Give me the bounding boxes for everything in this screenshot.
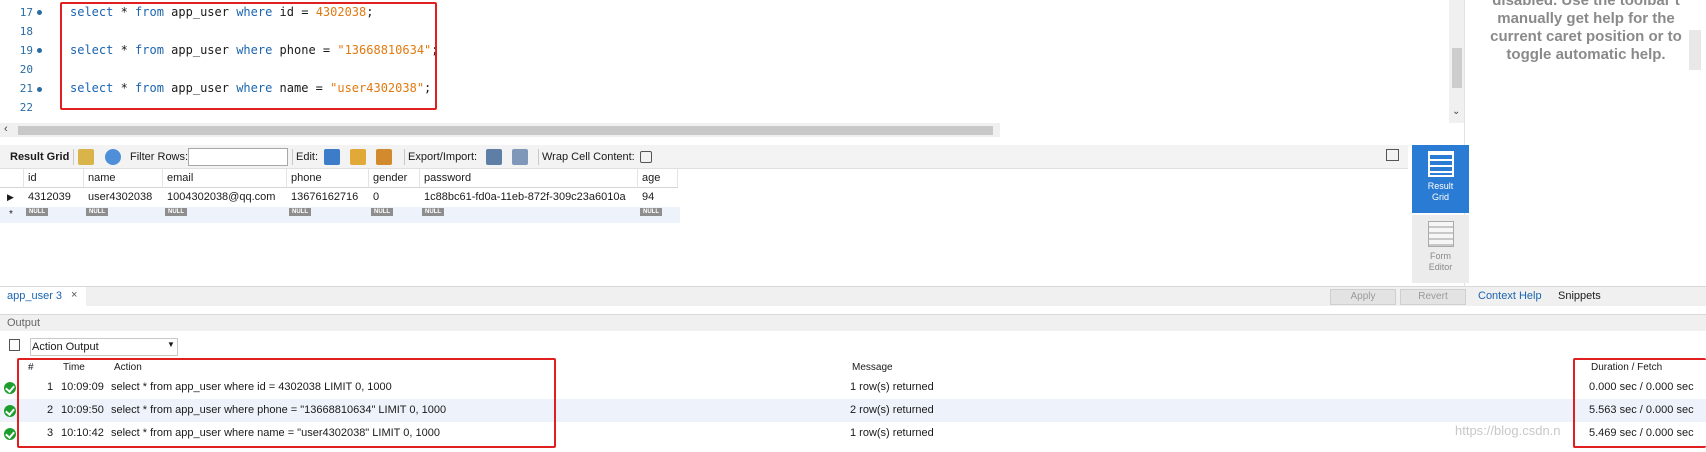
help-text-line: manually get help for the <box>1497 10 1675 27</box>
filter-rows-label: Filter Rows: <box>130 151 189 163</box>
column-header: Message <box>852 362 893 373</box>
cell[interactable]: user4302038 <box>84 188 152 206</box>
row-message: 1 row(s) returned <box>850 427 934 439</box>
result-grid-view-label-2: Grid <box>1431 192 1449 202</box>
divider <box>73 149 74 165</box>
editor-horizontal-scroll-thumb[interactable] <box>18 126 993 135</box>
export-icon[interactable] <box>486 149 502 165</box>
row-message: 1 row(s) returned <box>850 381 934 393</box>
divider <box>538 149 539 165</box>
highlight-box <box>1573 358 1706 448</box>
null-badge[interactable]: NULL <box>289 208 311 216</box>
null-badge[interactable]: NULL <box>371 208 393 216</box>
success-check-icon <box>4 428 16 440</box>
highlight-box <box>17 358 556 448</box>
line-number: 19 <box>19 44 33 57</box>
wrap-text-icon[interactable] <box>640 151 652 163</box>
result-grid-view-button[interactable]: Result Grid <box>1412 145 1469 213</box>
filter-rows-input[interactable] <box>188 148 288 166</box>
revert-button[interactable]: Revert <box>1400 289 1466 305</box>
column-header[interactable]: email <box>163 169 287 188</box>
scroll-left-icon[interactable]: ‹ <box>4 123 8 135</box>
null-badge[interactable]: NULL <box>422 208 444 216</box>
help-text-line: toggle automatic help. <box>1506 46 1666 63</box>
statement-marker-icon[interactable] <box>37 87 42 92</box>
grid-icon <box>1427 151 1454 177</box>
help-scrollbar[interactable] <box>1689 30 1701 70</box>
result-grid-label: Result Grid <box>10 151 70 163</box>
export-import-label: Export/Import: <box>408 151 478 163</box>
null-badge[interactable]: NULL <box>86 208 108 216</box>
help-text-line: current caret position or to <box>1490 28 1682 45</box>
output-toolbar <box>0 335 1706 357</box>
import-icon[interactable] <box>512 149 528 165</box>
column-header[interactable]: phone <box>287 169 369 188</box>
chevron-down-icon: ▼ <box>167 340 175 349</box>
close-icon[interactable]: × <box>71 289 77 301</box>
tab-snippets[interactable]: Snippets <box>1558 290 1601 302</box>
column-header[interactable]: name <box>84 169 163 188</box>
copy-icon[interactable] <box>9 339 20 351</box>
cell[interactable]: 13676162716 <box>287 188 358 206</box>
cell[interactable]: 4312039 <box>24 188 71 206</box>
tab-context-help[interactable]: Context Help <box>1478 290 1542 302</box>
line-number: 18 <box>19 25 33 38</box>
tab-app-user-3[interactable]: app_user 3 × <box>0 287 86 306</box>
apply-button[interactable]: Apply <box>1330 289 1396 305</box>
success-check-icon <box>4 405 16 417</box>
cell[interactable]: 94 <box>638 188 654 206</box>
help-text-line: disabled. Use the toolbar t <box>1492 0 1680 9</box>
column-header[interactable]: age <box>638 169 678 188</box>
result-toolbar: Result Grid Filter Rows: Edit: Export/Im… <box>0 145 1408 169</box>
edit-label: Edit: <box>296 151 319 163</box>
new-row-icon: * <box>9 209 13 220</box>
context-help-panel: disabled. Use the toolbar t manually get… <box>1464 0 1706 288</box>
divider <box>404 149 405 165</box>
form-editor-view-button[interactable]: Form Editor <box>1412 215 1469 283</box>
watermark: https://blog.csdn.n <box>1455 423 1561 438</box>
line-number: 17 <box>19 6 33 19</box>
form-editor-view-label-1: Form <box>1430 251 1451 261</box>
statement-marker-icon[interactable] <box>37 48 42 53</box>
null-badge[interactable]: NULL <box>165 208 187 216</box>
column-header[interactable]: id <box>24 169 84 188</box>
wrap-cell-content-label: Wrap Cell Content: <box>542 151 635 163</box>
toggle-panel-icon[interactable] <box>1386 149 1399 161</box>
output-title: Output <box>7 317 41 329</box>
null-badge[interactable]: NULL <box>26 208 48 216</box>
output-panel-header: Output <box>0 314 1706 331</box>
sql-editor[interactable]: 17 select * from app_user where id = 430… <box>0 0 1460 123</box>
delete-row-icon[interactable] <box>376 149 392 165</box>
line-number: 22 <box>19 101 33 114</box>
output-type-select[interactable]: Action Output ▼ <box>30 338 178 356</box>
line-number: 20 <box>19 63 33 76</box>
output-type-value: Action Output <box>32 341 99 353</box>
column-header[interactable]: gender <box>369 169 420 188</box>
highlight-box <box>60 2 437 110</box>
grid-layout-icon[interactable] <box>78 149 94 165</box>
cell[interactable]: 1c88bc61-fd0a-11eb-872f-309c23a6010a <box>420 188 626 206</box>
statement-marker-icon[interactable] <box>37 10 42 15</box>
result-grid-view-label-1: Result <box>1427 181 1454 191</box>
current-row-icon: ▶ <box>7 192 14 202</box>
success-check-icon <box>4 382 16 394</box>
output-table: # Time Action Message Duration / Fetch 1… <box>0 358 1706 452</box>
null-badge[interactable]: NULL <box>640 208 662 216</box>
column-header[interactable]: password <box>420 169 638 188</box>
cell[interactable]: 1004302038@qq.com <box>163 188 275 206</box>
form-editor-view-label-2: Editor <box>1428 262 1453 272</box>
add-row-icon[interactable] <box>350 149 366 165</box>
tab-label: app_user 3 <box>7 290 63 302</box>
row-header-column <box>0 169 24 188</box>
editor-vertical-scroll-thumb[interactable] <box>1452 48 1462 88</box>
edit-row-icon[interactable] <box>324 149 340 165</box>
scroll-down-icon[interactable]: ⌄ <box>1452 106 1460 117</box>
line-number: 21 <box>19 82 33 95</box>
row-message: 2 row(s) returned <box>850 404 934 416</box>
form-icon <box>1427 221 1454 247</box>
divider <box>292 149 293 165</box>
refresh-icon[interactable] <box>105 149 121 165</box>
cell[interactable]: 0 <box>369 188 379 206</box>
